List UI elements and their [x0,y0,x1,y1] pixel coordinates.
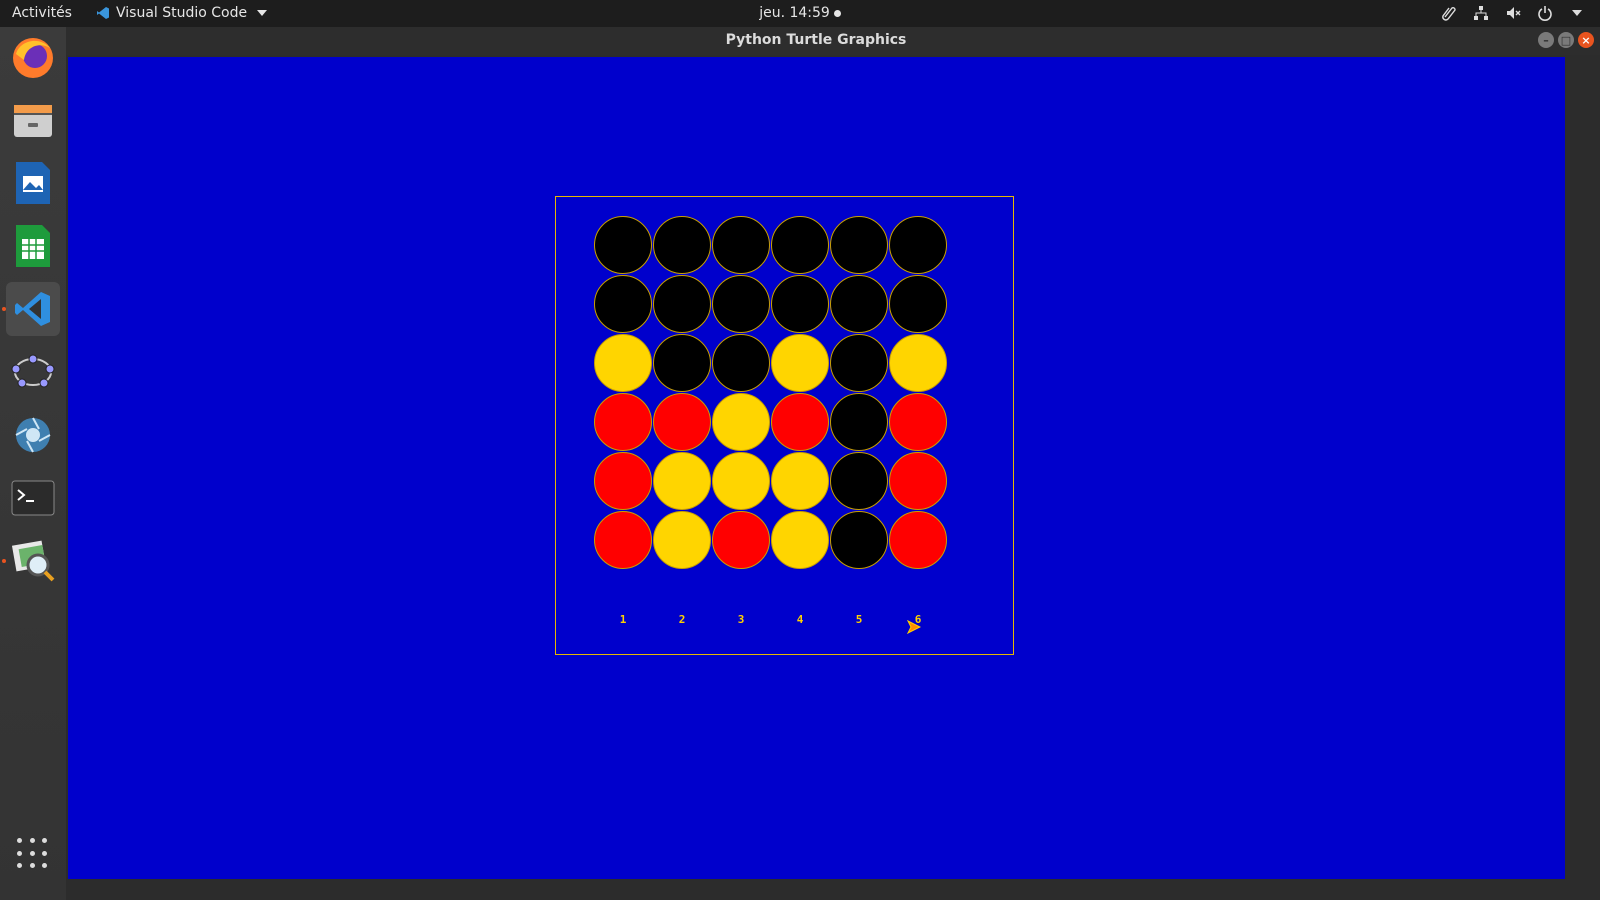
firefox-launcher[interactable] [6,30,60,84]
terminal-launcher[interactable] [6,471,60,525]
files-launcher[interactable] [6,93,60,147]
title-bar[interactable]: Python Turtle Graphics – □ × [66,27,1600,55]
dock [0,27,66,900]
board-cell-r3-c6-yellow [889,334,947,392]
document-writer-icon [16,162,50,204]
chevron-down-icon[interactable] [1568,4,1586,22]
vscode-icon [97,7,109,19]
board-cell-r3-c2-black [653,334,711,392]
game-board: 123456 [555,196,1014,655]
column-label-2: 2 [678,613,686,626]
board-cell-r4-c5-black [830,393,888,451]
running-indicator-icon [2,307,6,311]
board-cell-r2-c5-black [830,275,888,333]
turtle-canvas[interactable]: 123456 [68,57,1565,879]
calc-launcher[interactable] [6,219,60,273]
board-cell-r1-c1-black [594,216,652,274]
network-icon[interactable] [1472,4,1490,22]
shutter-aperture-icon [15,417,51,453]
board-cell-r6-c6-red [889,511,947,569]
column-label-5: 5 [855,613,863,626]
spreadsheet-icon [16,225,50,267]
geogebra-icon [11,354,55,388]
board-cell-r1-c4-black [771,216,829,274]
image-viewer-launcher[interactable] [6,534,60,588]
file-cabinet-icon [14,105,52,137]
board-cell-r1-c2-black [653,216,711,274]
top-bar: Activités Visual Studio Code jeu. 14:59 [0,0,1600,27]
board-cell-r3-c5-black [830,334,888,392]
close-icon[interactable]: × [1578,32,1594,48]
firefox-icon [13,38,53,78]
board-cell-r6-c1-red [594,511,652,569]
board-cell-r4-c1-red [594,393,652,451]
board-cell-r1-c6-black [889,216,947,274]
board-cell-r2-c6-black [889,275,947,333]
board-cell-r3-c4-yellow [771,334,829,392]
board-cell-r4-c4-red [771,393,829,451]
board-cell-r5-c4-yellow [771,452,829,510]
app-menu[interactable]: Visual Studio Code [96,5,268,21]
activities-button[interactable]: Activités [12,5,72,21]
window-title: Python Turtle Graphics [725,32,907,48]
board-cell-r5-c6-red [889,452,947,510]
board-cell-r4-c6-red [889,393,947,451]
show-applications-icon[interactable] [17,838,49,870]
board-cell-r3-c1-yellow [594,334,652,392]
board-cell-r2-c4-black [771,275,829,333]
system-tray[interactable] [1440,4,1586,22]
maximize-icon[interactable]: □ [1558,32,1574,48]
turtle-window: Python Turtle Graphics – □ × 123456 [66,27,1600,900]
power-icon[interactable] [1536,4,1554,22]
board-cell-r6-c3-red [712,511,770,569]
clock-label[interactable]: jeu. 14:59 [759,5,830,21]
board-cell-r2-c1-black [594,275,652,333]
image-viewer-icon [11,540,55,582]
board-cell-r6-c5-black [830,511,888,569]
writer-launcher[interactable] [6,156,60,210]
column-label-3: 3 [737,613,745,626]
board-cell-r5-c2-yellow [653,452,711,510]
board-cell-r6-c4-yellow [771,511,829,569]
board-cell-r4-c3-yellow [712,393,770,451]
column-label-4: 4 [796,613,804,626]
running-indicator-icon [2,559,6,563]
board-cell-r2-c2-black [653,275,711,333]
board-cell-r4-c2-red [653,393,711,451]
board-cell-r5-c5-black [830,452,888,510]
board-cell-r5-c3-yellow [712,452,770,510]
paperclip-icon[interactable] [1440,4,1458,22]
board-cell-r5-c1-red [594,452,652,510]
board-cell-r2-c3-black [712,275,770,333]
terminal-icon [11,480,55,516]
app-menu-label: Visual Studio Code [116,5,248,21]
notification-dot-icon [833,9,841,17]
board-cell-r3-c3-black [712,334,770,392]
chevron-down-icon [257,10,268,16]
board-cell-r1-c5-black [830,216,888,274]
turtle-cursor-icon [907,620,921,634]
vscode-launcher[interactable] [6,282,60,336]
volume-muted-icon[interactable] [1504,4,1522,22]
geogebra-launcher[interactable] [6,345,60,399]
board-cell-r6-c2-yellow [653,511,711,569]
vscode-icon [15,292,50,326]
minimize-icon[interactable]: – [1538,32,1554,48]
window-controls: – □ × [1538,32,1594,48]
shutter-launcher[interactable] [6,408,60,462]
column-label-1: 1 [619,613,627,626]
board-cell-r1-c3-black [712,216,770,274]
